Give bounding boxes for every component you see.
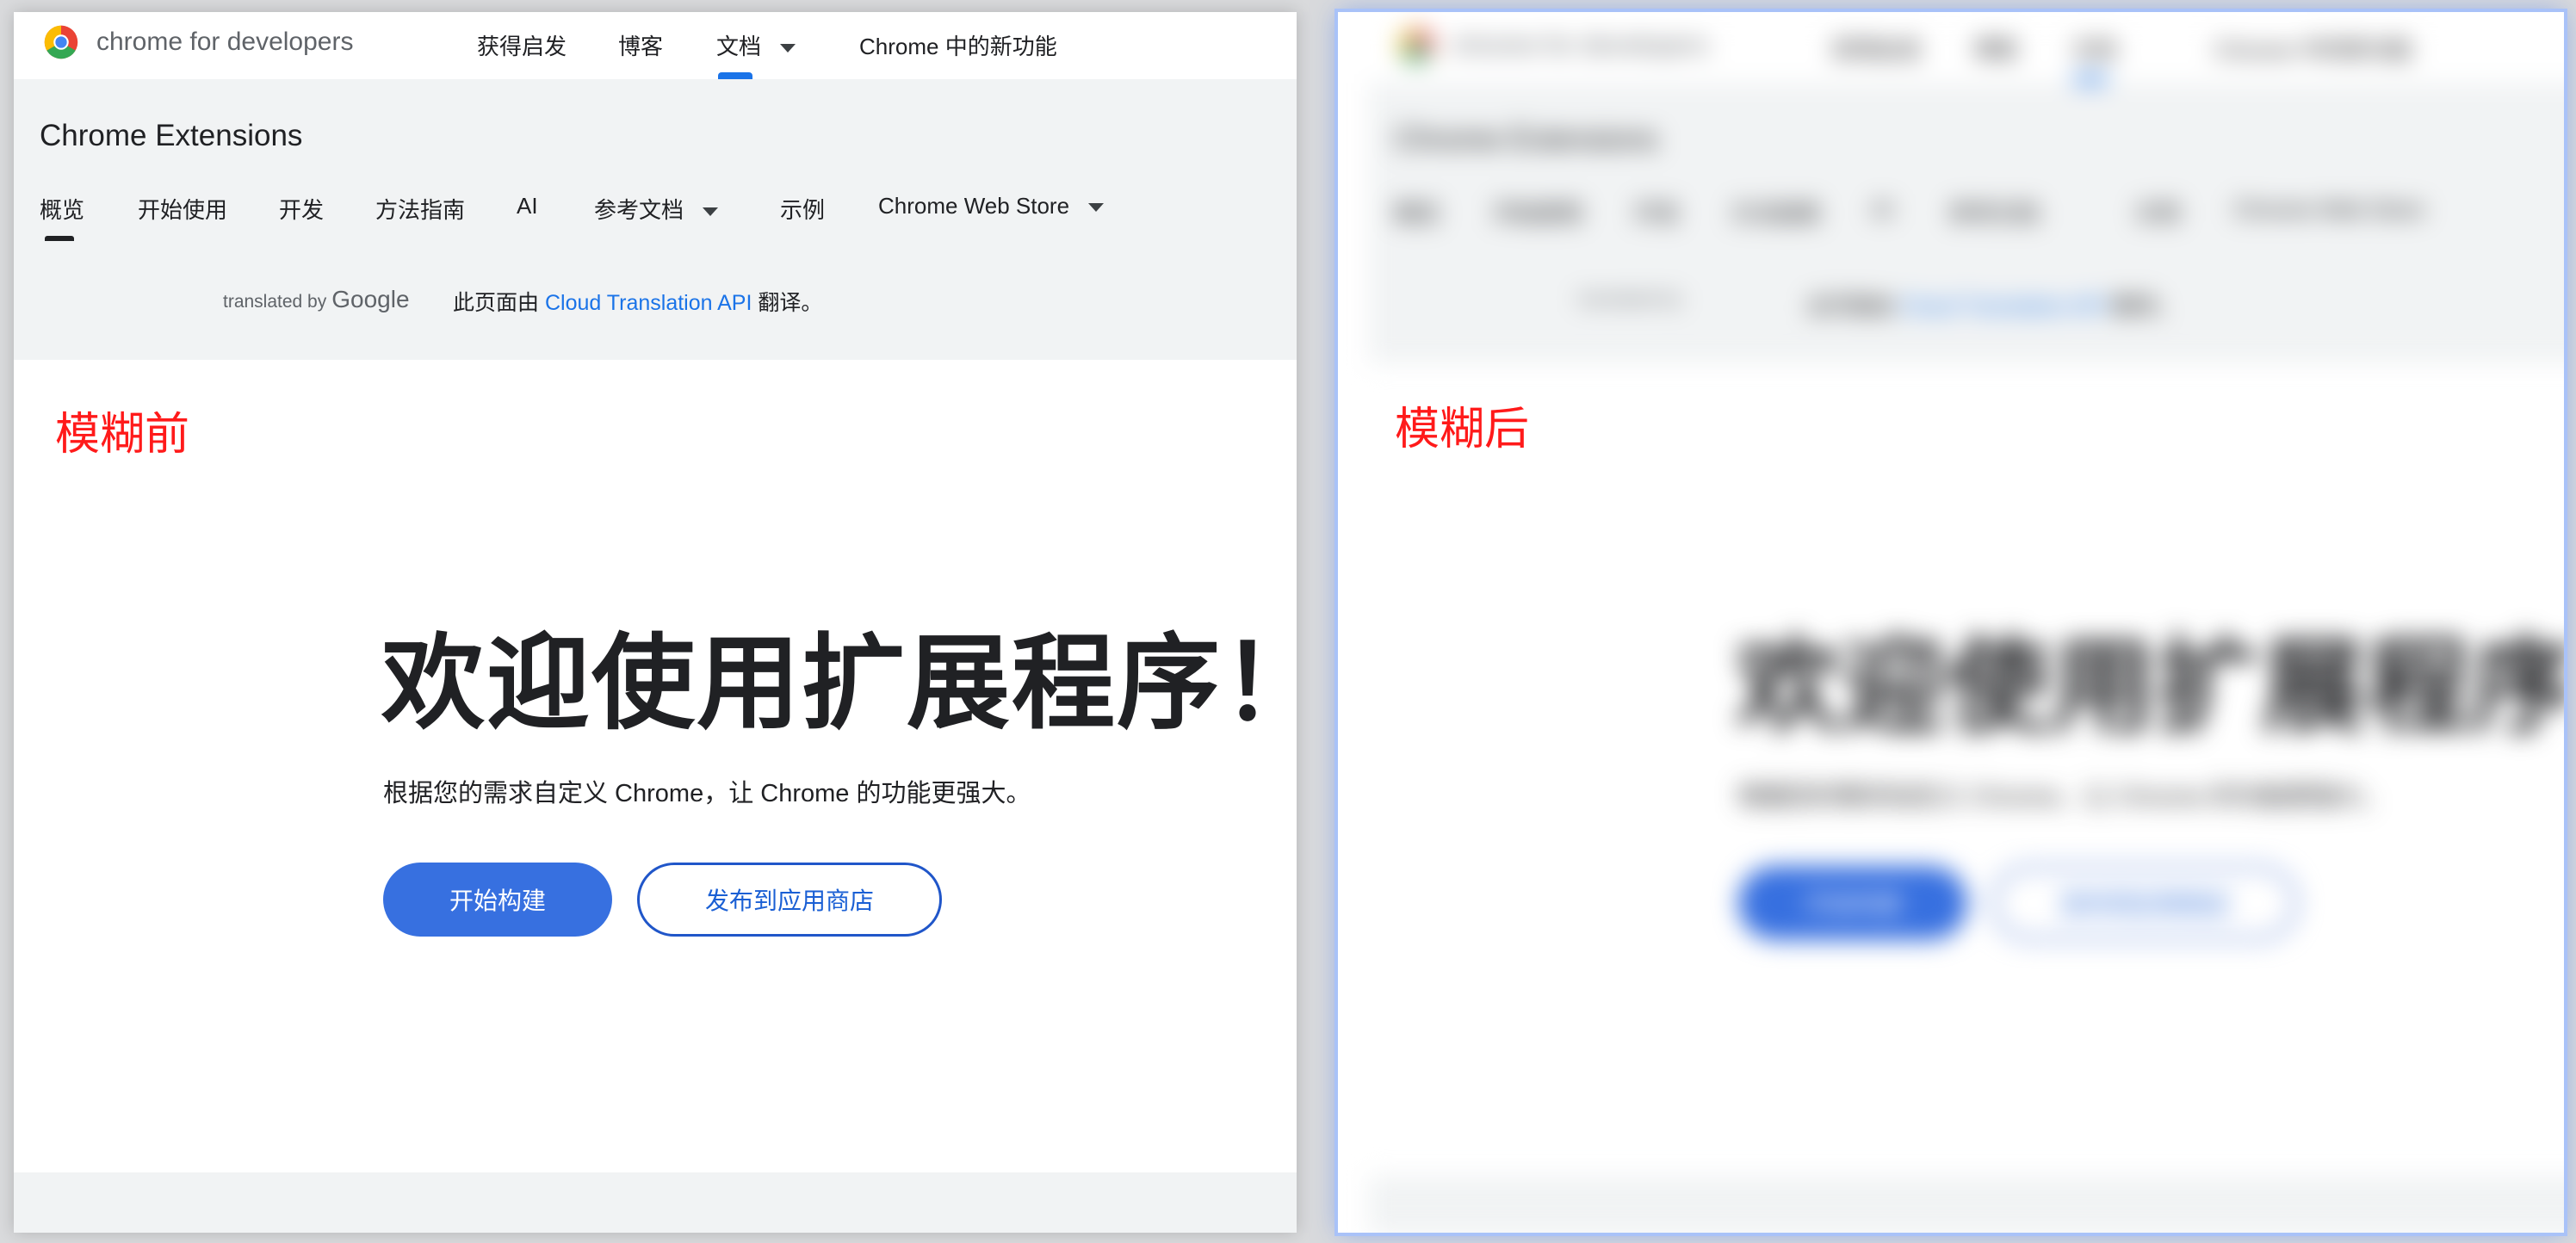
- tab-reference[interactable]: 参考文档: [594, 193, 719, 225]
- footer-strip: [14, 1172, 1297, 1233]
- tab-web-store[interactable]: Chrome Web Store: [878, 193, 1105, 220]
- blurred-translated-by-label: translated by: [1578, 289, 1682, 309]
- chevron-down-icon: [1088, 203, 1105, 213]
- active-tab-indicator: [718, 72, 752, 79]
- blurred-publish-to-store-button: 发布到应用商店: [1992, 866, 2297, 940]
- cloud-translation-link[interactable]: Cloud Translation API: [545, 291, 752, 315]
- google-wordmark: Google: [331, 286, 410, 312]
- active-subtab-indicator: [45, 236, 74, 241]
- blurred-nav-item-whats-new: Chrome 中的新功能: [2214, 37, 2412, 63]
- blurred-tab-samples: 示例: [2135, 201, 2181, 226]
- nav-item-inspiration[interactable]: 获得启发: [477, 29, 567, 61]
- blurred-footer-strip: [1369, 1176, 2564, 1233]
- section-title[interactable]: Chrome Extensions: [40, 119, 302, 153]
- hero-subtitle: 根据您的需求自定义 Chrome，让 Chrome 的功能更强大。: [383, 780, 1031, 807]
- blurred-section-header: Chrome Extensions 概览 开始使用 开发 方法指南 AI 参考文…: [1369, 83, 2564, 363]
- top-navigation: chrome for developers 获得启发 博客 文档 Chrome …: [14, 12, 1297, 79]
- chrome-logo-icon[interactable]: [43, 24, 79, 60]
- brand-name[interactable]: chrome for developers: [96, 28, 353, 57]
- blurred-note-suffix: 翻译。: [2113, 294, 2178, 318]
- before-blur-label: 模糊前: [55, 410, 190, 460]
- blurred-chrome-logo-icon: [1399, 28, 1434, 63]
- tab-web-store-label: Chrome Web Store: [878, 193, 1070, 219]
- tab-overview[interactable]: 概览: [40, 193, 84, 225]
- tab-how-to[interactable]: 方法指南: [375, 193, 465, 225]
- start-building-button[interactable]: 开始构建: [383, 863, 612, 937]
- blurred-nav-item-inspiration: 获得启发: [1832, 37, 1923, 63]
- blurred-start-building-button: 开始构建: [1738, 866, 1967, 940]
- tab-ai[interactable]: AI: [517, 193, 538, 220]
- blurred-top-navigation: chrome for developers 获得启发 博客 文档 Chrome …: [1369, 15, 2564, 83]
- translated-by-text: translated by: [223, 292, 327, 312]
- nav-item-docs-label: 文档: [716, 34, 762, 59]
- blurred-tab-ai: AI: [1872, 196, 1893, 222]
- blurred-tab-develop: 开发: [1634, 201, 1680, 226]
- panel-after-blur: chrome for developers 获得启发 博客 文档 Chrome …: [1334, 9, 2567, 1236]
- blurred-brand-name: chrome for developers: [1452, 31, 1709, 59]
- blurred-hero-subtitle: 根据您的需求自定义 Chrome，让 Chrome 的功能更强大。: [1738, 783, 2387, 811]
- translated-by-label: translated by Google: [223, 286, 410, 313]
- publish-to-store-button[interactable]: 发布到应用商店: [637, 863, 942, 937]
- translation-note: 此页面由 Cloud Translation API 翻译。: [453, 286, 822, 317]
- blurred-tab-overview: 概览: [1395, 201, 1440, 226]
- after-blur-label: 模糊后: [1395, 405, 1530, 455]
- chevron-down-icon: [703, 207, 719, 217]
- blurred-section-title: Chrome Extensions: [1395, 122, 1658, 156]
- tab-develop[interactable]: 开发: [279, 193, 324, 225]
- blurred-note-prefix: 此页面由: [1808, 294, 1895, 318]
- blurred-active-tab-indicator: [2073, 76, 2108, 83]
- blurred-tab-web-store: Chrome Web Store: [2233, 196, 2425, 222]
- blurred-nav-item-blog: 博客: [1973, 37, 2019, 63]
- tab-get-started[interactable]: 开始使用: [138, 193, 227, 225]
- nav-item-whats-new[interactable]: Chrome 中的新功能: [859, 29, 1057, 61]
- nav-item-blog[interactable]: 博客: [618, 29, 663, 61]
- translation-note-prefix: 此页面由: [453, 291, 540, 315]
- section-header: Chrome Extensions 概览 开始使用 开发 方法指南 AI 参考文…: [14, 79, 1297, 360]
- blurred-tab-get-started: 开始使用: [1493, 201, 1583, 226]
- translation-note-suffix: 翻译。: [758, 291, 823, 315]
- tab-reference-label: 参考文档: [594, 197, 684, 223]
- nav-item-docs[interactable]: 文档: [716, 29, 796, 61]
- chevron-down-icon: [780, 44, 796, 53]
- tab-samples[interactable]: 示例: [780, 193, 825, 225]
- panel-before-blur: chrome for developers 获得启发 博客 文档 Chrome …: [14, 12, 1297, 1233]
- blurred-translation-note: 此页面由 Cloud Translation API 翻译。: [1808, 289, 2177, 320]
- blurred-nav-item-docs: 文档: [2071, 37, 2117, 63]
- blurred-cloud-translation-link: Cloud Translation API: [1899, 294, 2108, 318]
- blurred-page-content: chrome for developers 获得启发 博客 文档 Chrome …: [1369, 15, 2564, 1233]
- page-content: chrome for developers 获得启发 博客 文档 Chrome …: [14, 12, 1297, 1233]
- hero-title: 欢迎使用扩展程序！: [381, 626, 1297, 741]
- blurred-tab-reference: 参考文档: [1949, 201, 2040, 226]
- blurred-hero-title: 欢迎使用扩展程序！: [1737, 629, 2564, 745]
- blurred-tab-how-to: 方法指南: [1731, 201, 1821, 226]
